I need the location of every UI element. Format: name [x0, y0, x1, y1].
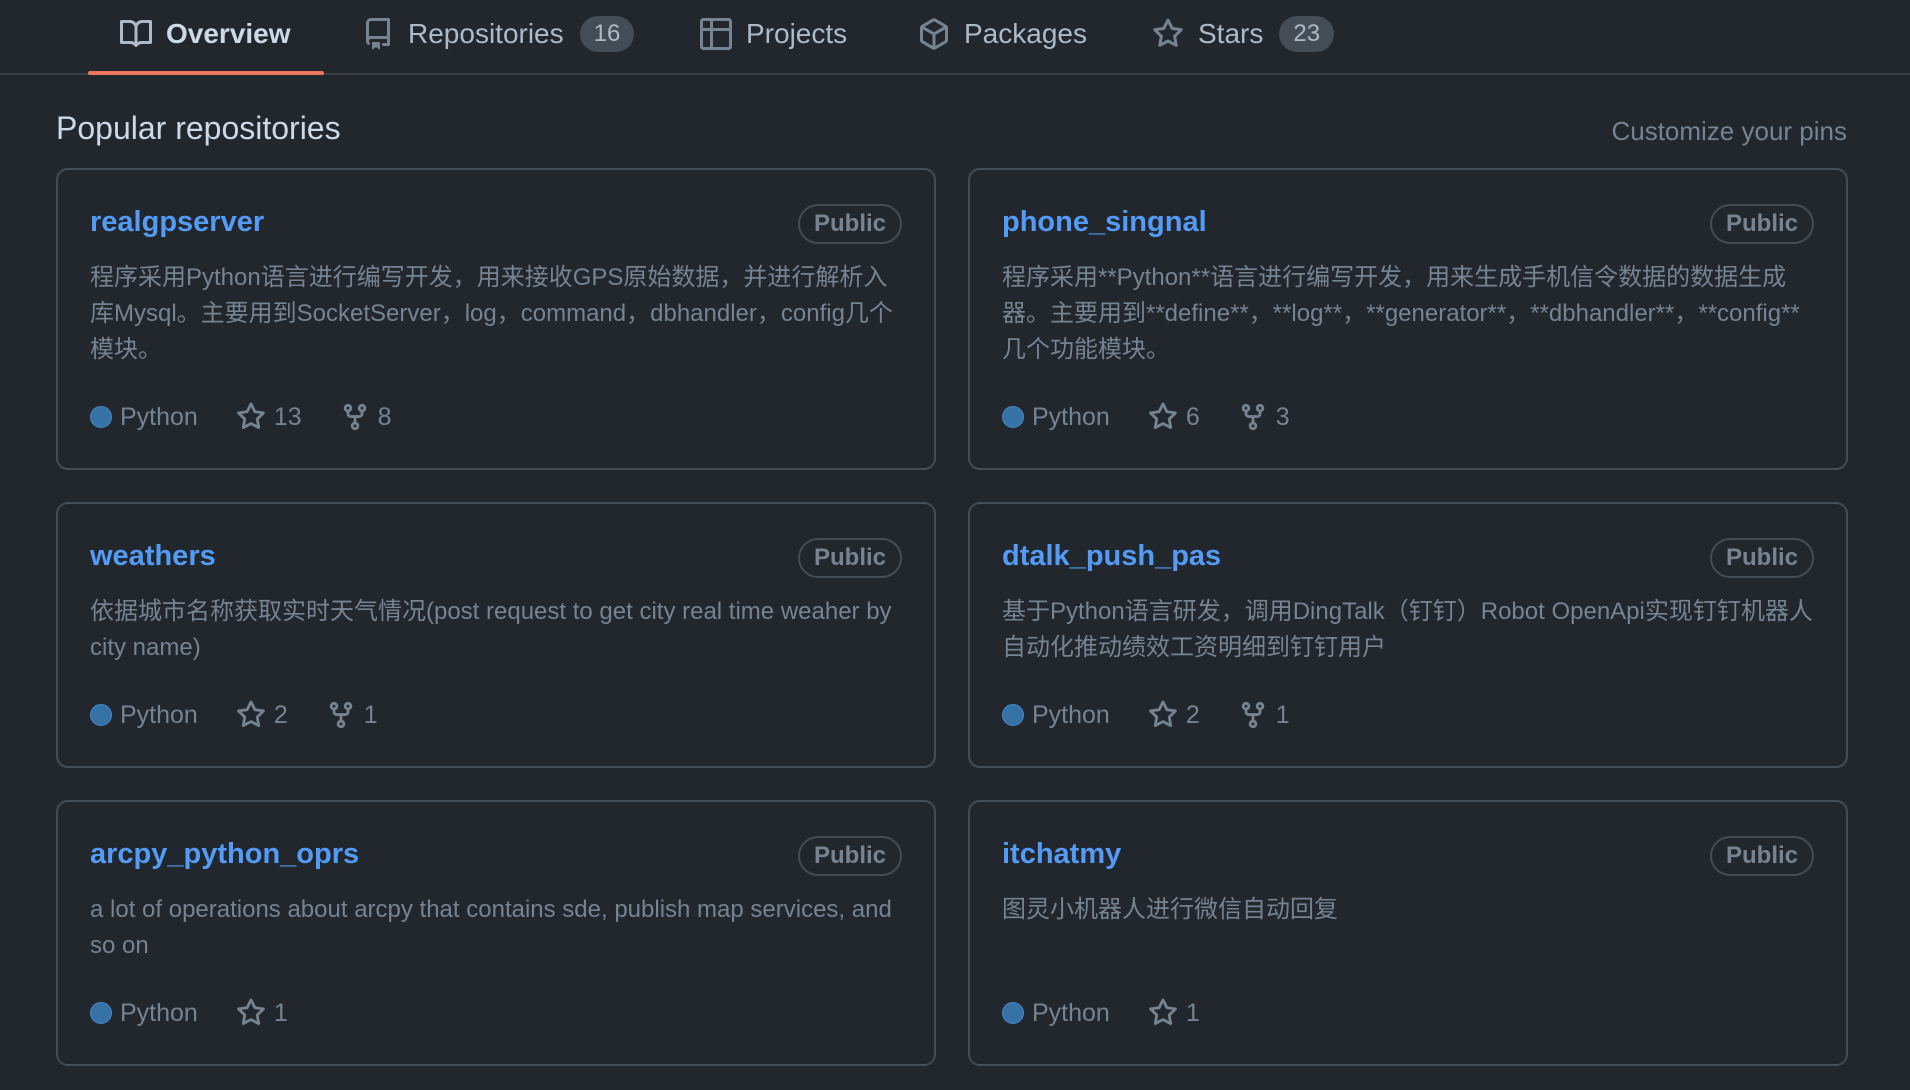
- stars-count: 1: [273, 998, 288, 1027]
- repo-description: 基于Python语言研发，调用DingTalk（钉钉）Robot OpenApi…: [1002, 598, 1813, 661]
- forks-count: 8: [377, 402, 392, 431]
- language-label: Python: [1032, 402, 1110, 431]
- stars-count: 13: [273, 402, 302, 431]
- repo-meta: Python 13 8: [90, 402, 430, 432]
- tab-repositories[interactable]: Repositories 16: [362, 0, 635, 73]
- star-icon: [236, 998, 274, 1028]
- language: Python: [90, 999, 198, 1028]
- repo-name-link[interactable]: itchatmy: [1002, 838, 1121, 871]
- stars-count: 2: [1185, 700, 1200, 729]
- stargazers-link[interactable]: 1: [1148, 998, 1200, 1028]
- forks-count: 1: [1275, 700, 1290, 729]
- tab-label: Overview: [166, 17, 291, 49]
- repo-name-link[interactable]: weathers: [90, 540, 216, 573]
- forks-link[interactable]: 3: [1238, 402, 1290, 432]
- stargazers-link[interactable]: 13: [236, 402, 302, 432]
- star-icon: [1148, 998, 1186, 1028]
- language-color-dot: [90, 704, 112, 726]
- fork-icon: [1238, 402, 1276, 432]
- repo-description: 图灵小机器人进行微信自动回复: [1002, 896, 1338, 923]
- repo-card: itchatmy Public 图灵小机器人进行微信自动回复 Python 1: [968, 800, 1848, 1066]
- repo-meta: Python 1: [1002, 998, 1238, 1028]
- repo-meta: Python 6 3: [1002, 402, 1328, 432]
- visibility-badge: Public: [797, 204, 902, 244]
- language: Python: [90, 403, 198, 432]
- forks-link[interactable]: 8: [340, 402, 392, 432]
- repo-card: weathers Public 依据城市名称获取实时天气情况(post reques…: [56, 502, 936, 768]
- repo-meta: Python 1: [90, 998, 326, 1028]
- repo-name-link[interactable]: realgpserver: [90, 206, 264, 239]
- tab-label: Projects: [746, 17, 848, 49]
- tab-label: Stars: [1198, 17, 1264, 49]
- repo-meta: Python 2 1: [90, 700, 416, 730]
- language: Python: [90, 701, 198, 730]
- language-label: Python: [1032, 998, 1110, 1027]
- fork-icon: [340, 402, 378, 432]
- repo-icon: [362, 17, 394, 50]
- table-icon: [700, 17, 732, 50]
- tab-overview[interactable]: Overview: [88, 0, 324, 75]
- repo-description: 程序采用**Python**语言进行编写开发，用来生成手机信令数据的数据生成器。…: [1002, 264, 1800, 363]
- language: Python: [1002, 701, 1110, 730]
- tab-projects[interactable]: Projects: [700, 0, 847, 73]
- active-tab-indicator: [88, 71, 324, 75]
- stargazers-link[interactable]: 2: [236, 700, 288, 730]
- language: Python: [1002, 403, 1110, 432]
- language-color-dot: [1002, 704, 1024, 726]
- repo-name-link[interactable]: arcpy_python_oprs: [90, 838, 359, 871]
- language-color-dot: [90, 1002, 112, 1024]
- stargazers-link[interactable]: 6: [1148, 402, 1200, 432]
- stars-count: 6: [1185, 402, 1200, 431]
- book-icon: [120, 18, 152, 50]
- repo-description: 依据城市名称获取实时天气情况(post request to get city …: [90, 598, 892, 661]
- repo-name-link[interactable]: phone_singnal: [1002, 206, 1207, 239]
- visibility-badge: Public: [797, 836, 902, 876]
- forks-count: 1: [363, 700, 378, 729]
- language-label: Python: [120, 998, 198, 1027]
- star-icon: [1148, 402, 1186, 432]
- language-label: Python: [120, 700, 198, 729]
- stars-count: 2: [273, 700, 288, 729]
- tab-stars[interactable]: Stars 23: [1152, 0, 1335, 73]
- repo-card: dtalk_push_pas Public 基于Python语言研发，调用DingT…: [968, 502, 1848, 768]
- repositories-count-badge: 16: [579, 15, 635, 52]
- customize-pins-link[interactable]: Customize your pins: [1611, 116, 1847, 147]
- fork-icon: [326, 700, 364, 730]
- repo-meta: Python 2 1: [1002, 700, 1328, 730]
- stargazers-link[interactable]: 1: [236, 998, 288, 1028]
- forks-count: 3: [1275, 402, 1290, 431]
- tab-packages[interactable]: Packages: [918, 0, 1087, 73]
- visibility-badge: Public: [1709, 204, 1814, 244]
- package-icon: [918, 17, 950, 50]
- repo-description: a lot of operations about arcpy that con…: [90, 896, 892, 959]
- stargazers-link[interactable]: 2: [1148, 700, 1200, 730]
- forks-link[interactable]: 1: [1238, 700, 1290, 730]
- language-label: Python: [120, 402, 198, 431]
- section-title: Popular repositories: [56, 110, 341, 146]
- profile-tab-nav: Overview Repositories 16 Projects Packag…: [0, 0, 1910, 75]
- repo-card: arcpy_python_oprs Public a lot of operatio…: [56, 800, 936, 1066]
- star-icon: [236, 700, 274, 730]
- repo-description: 程序采用Python语言进行编写开发，用来接收GPS原始数据，并进行解析入库My…: [90, 264, 893, 363]
- star-icon: [1152, 18, 1184, 50]
- repo-card: realgpserver Public 程序采用Python语言进行编写开发，用来接…: [56, 168, 936, 470]
- repo-name-link[interactable]: dtalk_push_pas: [1002, 540, 1221, 573]
- language-color-dot: [1002, 1002, 1024, 1024]
- stars-count: 1: [1185, 998, 1200, 1027]
- forks-link[interactable]: 1: [326, 700, 378, 730]
- visibility-badge: Public: [797, 538, 902, 578]
- visibility-badge: Public: [1709, 538, 1814, 578]
- fork-icon: [1238, 700, 1276, 730]
- star-icon: [1148, 700, 1186, 730]
- tab-label: Packages: [964, 17, 1087, 49]
- stars-count-badge: 23: [1279, 15, 1335, 52]
- language-color-dot: [90, 406, 112, 428]
- language-color-dot: [1002, 406, 1024, 428]
- star-icon: [236, 402, 274, 432]
- language: Python: [1002, 999, 1110, 1028]
- repo-card: phone_singnal Public 程序采用**Python**语言进行编写开…: [968, 168, 1848, 470]
- language-label: Python: [1032, 700, 1110, 729]
- visibility-badge: Public: [1709, 836, 1814, 876]
- tab-label: Repositories: [408, 17, 564, 49]
